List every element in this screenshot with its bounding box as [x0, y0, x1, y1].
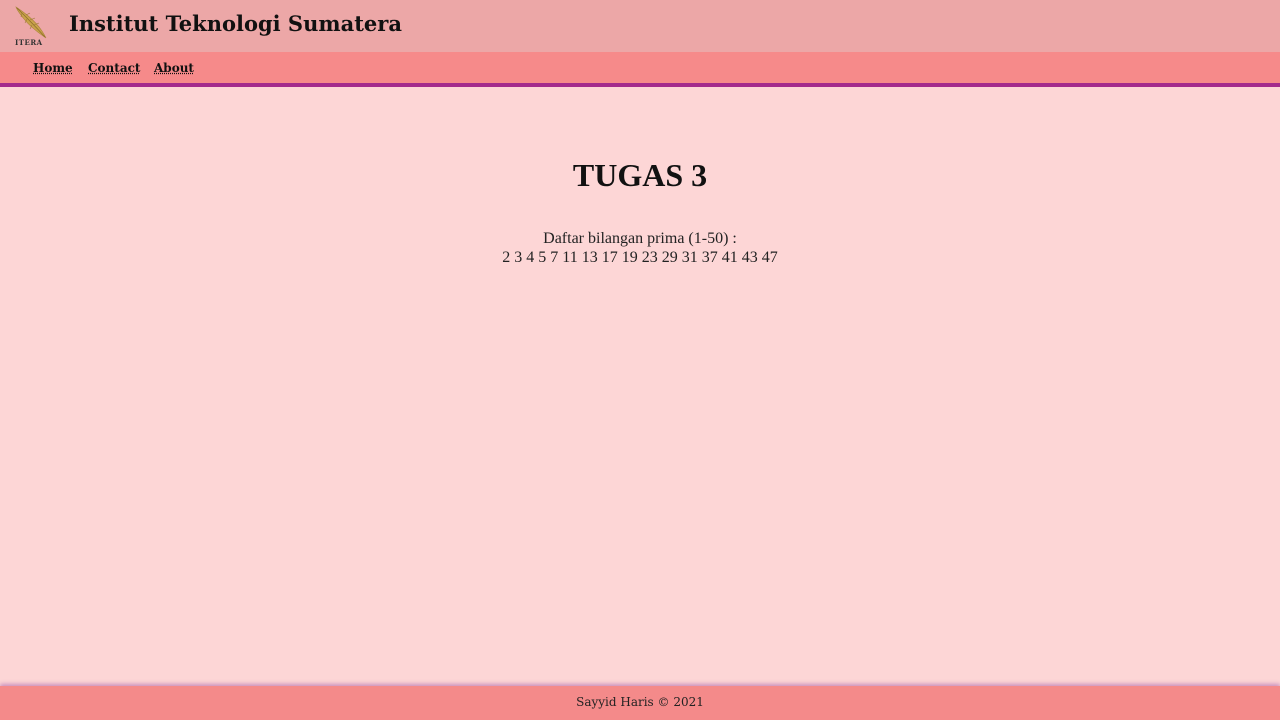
- site-header: ITERA Institut Teknologi Sumatera: [0, 0, 1280, 52]
- page-title: TUGAS 3: [572, 157, 708, 193]
- nav-item-home[interactable]: Home: [33, 61, 73, 75]
- nav-bar: Home Contact About: [0, 52, 1280, 87]
- nav-item-about[interactable]: About: [154, 61, 194, 75]
- primes-list: 2 3 4 5 7 11 13 17 19 23 29 31 37 41 43 …: [502, 249, 778, 266]
- nav-item-contact[interactable]: Contact: [88, 61, 140, 75]
- footer-text: Sayyid Haris © 2021: [576, 695, 704, 709]
- primes-label: Daftar bilangan prima (1-50) :: [543, 230, 737, 247]
- logo-text: ITERA: [15, 38, 43, 47]
- leaf-icon: [15, 6, 47, 39]
- site-footer: Sayyid Haris © 2021: [0, 686, 1280, 720]
- site-title: Institut Teknologi Sumatera: [69, 11, 402, 36]
- itera-logo[interactable]: ITERA: [12, 5, 50, 47]
